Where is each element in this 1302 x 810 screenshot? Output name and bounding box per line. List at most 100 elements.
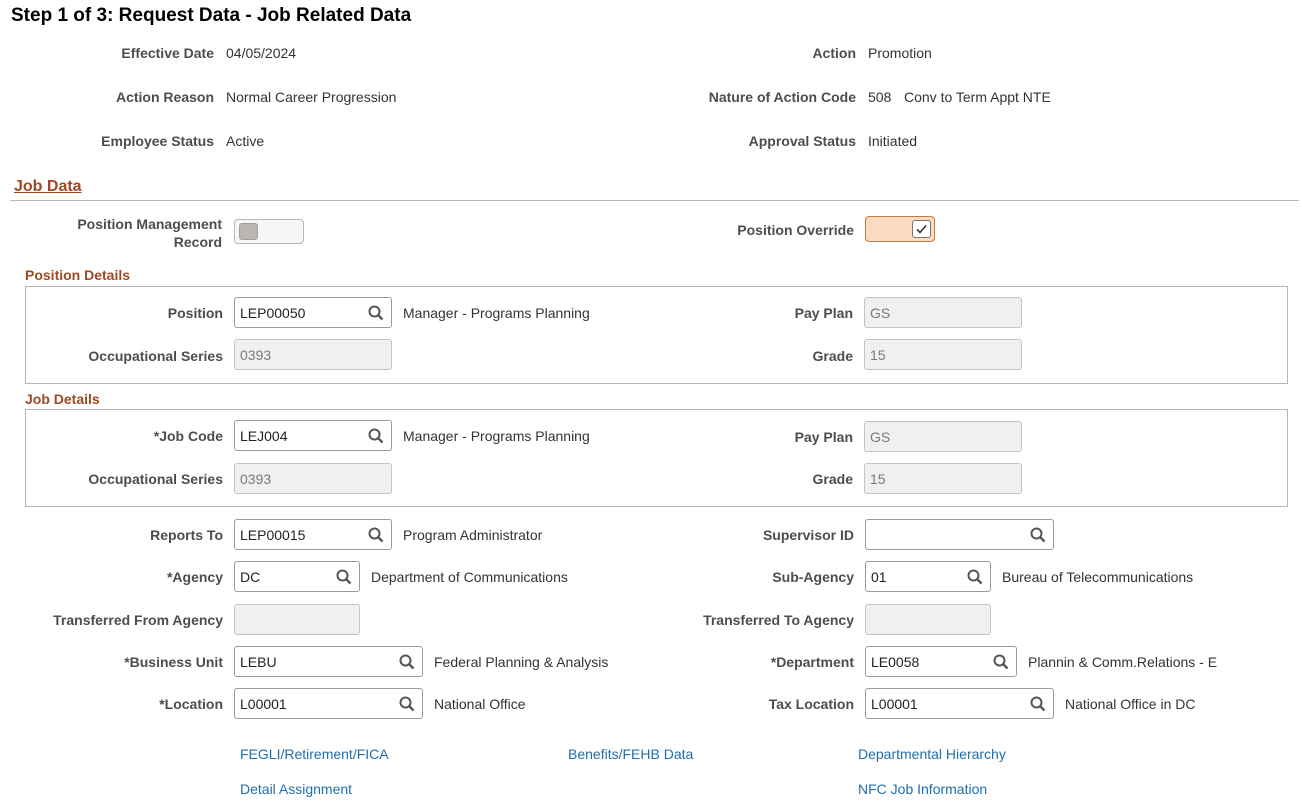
tax-location-input[interactable]: L00001 [865,688,1054,719]
position-management-toggle[interactable] [234,219,304,244]
position-details-box [25,286,1288,384]
grade-field: 15 [864,339,1022,370]
position-label: Position [167,305,223,321]
detail-assignment-link[interactable]: Detail Assignment [240,781,352,797]
reports-to-label: Reports To [150,527,223,543]
job-pay-plan-value: GS [870,429,891,445]
occupational-series-value: 0393 [240,347,272,363]
transferred-to-field [865,604,991,635]
pay-plan-field: GS [864,297,1022,328]
sub-agency-input-value: 01 [871,569,887,585]
magnifier-icon[interactable] [1029,695,1047,713]
position-input-value: LEP00050 [240,305,306,321]
position-management-label-line1: Position Management [77,216,222,232]
nfc-job-information-link[interactable]: NFC Job Information [858,781,987,797]
job-code-label: *Job Code [153,428,223,444]
tax-location-label: Tax Location [768,696,854,712]
benefits-fehb-link[interactable]: Benefits/FEHB Data [568,746,693,762]
job-details-box [25,409,1288,507]
location-label: *Location [159,696,223,712]
effective-date-label: Effective Date [121,45,214,61]
action-reason-value: Normal Career Progression [226,89,397,105]
position-management-label-line2: Record [173,234,222,250]
supervisor-id-label: Supervisor ID [762,527,854,543]
magnifier-icon[interactable] [367,526,385,544]
magnifier-icon[interactable] [966,568,984,586]
location-input-value: L00001 [240,696,287,712]
position-details-title: Position Details [25,267,131,283]
job-data-section-title[interactable]: Job Data [14,178,82,196]
position-management-label: Position Management Record [77,215,222,251]
business-unit-input-value: LEBU [240,654,277,670]
tax-location-input-value: L00001 [871,696,918,712]
job-code-description: Manager - Programs Planning [403,428,590,444]
agency-label: *Agency [166,569,223,585]
reports-to-description: Program Administrator [403,527,543,543]
position-override-label: Position Override [737,222,854,238]
reports-to-input[interactable]: LEP00015 [234,519,392,550]
occupational-series-field: 0393 [234,339,392,370]
employee-status-value: Active [226,133,265,149]
agency-description: Department of Communications [371,569,568,585]
occupational-series-label: Occupational Series [88,348,223,364]
agency-input[interactable]: DC [234,561,360,592]
job-grade-label: Grade [812,471,853,487]
toggle-knob [239,223,258,240]
nature-of-action-value: Conv to Term Appt NTE [904,89,1051,105]
department-description: Plannin & Comm.Relations - E [1028,654,1218,670]
position-description: Manager - Programs Planning [403,305,590,321]
page-title: Step 1 of 3: Request Data - Job Related … [11,5,412,26]
nature-of-action-label: Nature of Action Code [708,89,856,105]
transferred-to-label: Transferred To Agency [703,612,854,628]
pay-plan-value: GS [870,305,891,321]
magnifier-icon[interactable] [398,695,416,713]
business-unit-description: Federal Planning & Analysis [434,654,609,670]
reports-to-input-value: LEP00015 [240,527,306,543]
supervisor-id-input[interactable] [865,519,1054,550]
departmental-hierarchy-link[interactable]: Departmental Hierarchy [858,746,1006,762]
position-input[interactable]: LEP00050 [234,297,392,328]
job-occupational-series-label: Occupational Series [88,471,223,487]
department-label: *Department [770,654,854,670]
position-override-checkbox[interactable] [865,216,935,242]
sub-agency-label: Sub-Agency [772,569,854,585]
action-value: Promotion [868,45,932,61]
magnifier-icon[interactable] [398,653,416,671]
job-details-title: Job Details [25,391,100,407]
transferred-from-field [234,604,360,635]
pay-plan-label: Pay Plan [794,305,853,321]
effective-date-value: 04/05/2024 [226,45,297,61]
agency-input-value: DC [240,569,261,585]
job-grade-value: 15 [870,471,886,487]
department-input-value: LE0058 [871,654,920,670]
approval-status-label: Approval Status [748,133,856,149]
job-grade-field: 15 [864,463,1022,494]
magnifier-icon[interactable] [367,304,385,322]
job-code-input-value: LEJ004 [240,428,288,444]
approval-status-value: Initiated [868,133,918,149]
magnifier-icon[interactable] [367,427,385,445]
department-input[interactable]: LE0058 [865,646,1017,677]
nature-of-action-code: 508 [868,89,892,105]
grade-label: Grade [812,348,853,364]
magnifier-icon[interactable] [992,653,1010,671]
grade-value: 15 [870,347,886,363]
job-code-input[interactable]: LEJ004 [234,420,392,451]
transferred-from-label: Transferred From Agency [53,612,223,628]
magnifier-icon[interactable] [335,568,353,586]
tax-location-description: National Office in DC [1065,696,1196,712]
job-pay-plan-label: Pay Plan [794,429,853,445]
magnifier-icon[interactable] [1029,526,1047,544]
business-unit-input[interactable]: LEBU [234,646,423,677]
action-label: Action [812,45,856,61]
fegli-retirement-fica-link[interactable]: FEGLI/Retirement/FICA [240,746,389,762]
action-reason-label: Action Reason [115,89,214,105]
job-occupational-series-value: 0393 [240,471,272,487]
job-pay-plan-field: GS [864,421,1022,452]
sub-agency-input[interactable]: 01 [865,561,991,592]
business-unit-label: *Business Unit [124,654,223,670]
location-description: National Office [434,696,526,712]
location-input[interactable]: L00001 [234,688,423,719]
employee-status-label: Employee Status [101,133,214,149]
sub-agency-description: Bureau of Telecommunications [1002,569,1194,585]
